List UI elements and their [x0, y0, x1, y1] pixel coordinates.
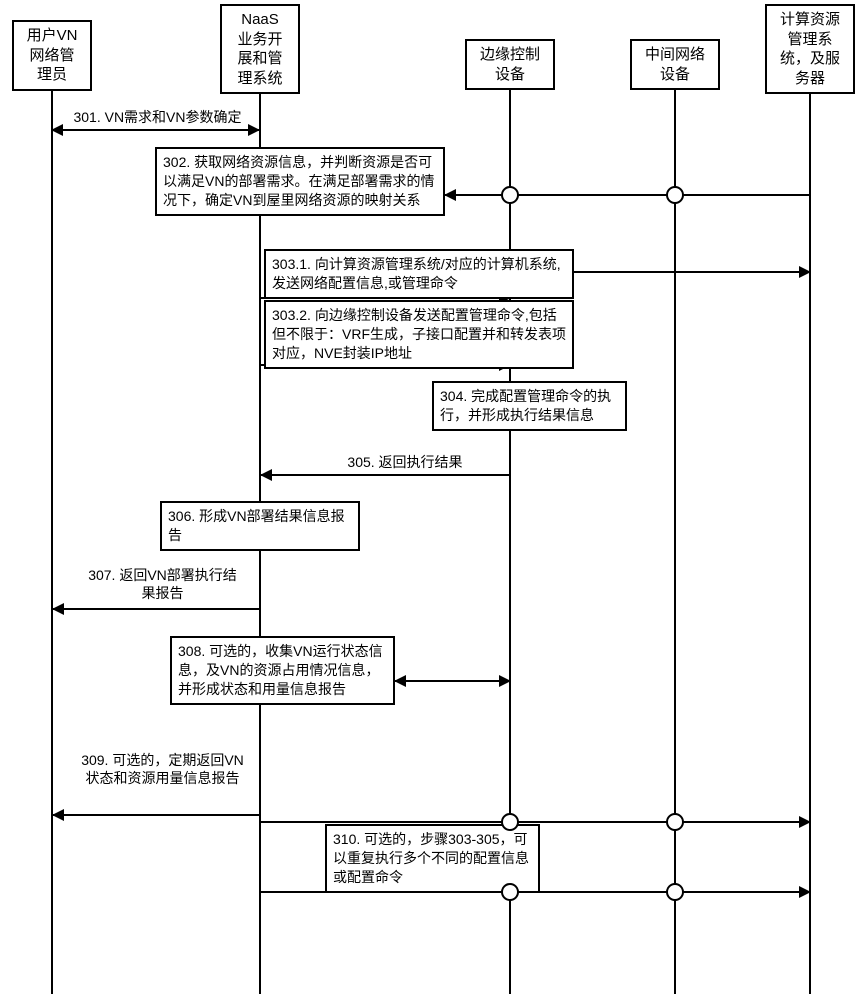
step-308-arrow [395, 680, 510, 682]
participant-middle: 中间网络设备 [630, 39, 720, 90]
step-310-arrow-top [261, 821, 810, 823]
participant-edge: 边缘控制设备 [465, 39, 555, 90]
step-3032-box: 303.2. 向边缘控制设备发送配置管理命令,包括但不限于：VRF生成，子接口配… [264, 300, 574, 369]
step-301-label: 301. VN需求和VN参数确定 [60, 108, 255, 126]
step-310-node-edge-bot [501, 883, 519, 901]
step-310-node-middle-top [666, 813, 684, 831]
step-310-node-middle-bot [666, 883, 684, 901]
step-306-box: 306. 形成VN部署结果信息报告 [160, 501, 360, 551]
step-307-arrow [53, 608, 260, 610]
step-302-box: 302. 获取网络资源信息，并判断资源是否可以满足VN的部署需求。在满足部署需求… [155, 147, 445, 216]
lifeline-middle [674, 86, 676, 994]
step-310-node-edge-top [501, 813, 519, 831]
participant-user-label: 用户VN网络管理员 [27, 27, 78, 83]
participant-user: 用户VN网络管理员 [12, 20, 92, 91]
step-302-arrow [445, 194, 810, 196]
step-305-label: 305. 返回执行结果 [320, 453, 490, 471]
step-301-arrow [52, 129, 259, 131]
step-308-box: 308. 可选的，收集VN运行状态信息，及VN的资源占用情况信息，并形成状态和用… [170, 636, 395, 705]
step-302-node-edge [501, 186, 519, 204]
step-304-box: 304. 完成配置管理命令的执行，并形成执行结果信息 [432, 381, 627, 431]
step-3031-arrow [574, 271, 810, 273]
participant-naas-label: NaaS业务开展和管理系统 [237, 11, 282, 87]
participant-edge-label: 边缘控制设备 [480, 46, 540, 83]
step-305-arrow [261, 474, 510, 476]
participant-middle-label: 中间网络设备 [645, 46, 705, 83]
participant-naas: NaaS业务开展和管理系统 [220, 4, 300, 94]
participant-compute: 计算资源管理系统，及服务器 [765, 4, 855, 94]
step-309-arrow [53, 814, 260, 816]
lifeline-compute [809, 90, 811, 994]
step-309-label: 309. 可选的，定期返回VN状态和资源用量信息报告 [75, 751, 250, 787]
step-3031-box: 303.1. 向计算资源管理系统/对应的计算机系统,发送网络配置信息,或管理命令 [264, 249, 574, 299]
step-307-label: 307. 返回VN部署执行结果报告 [85, 566, 240, 602]
lifeline-user [51, 86, 53, 994]
step-302-node-middle [666, 186, 684, 204]
participant-compute-label: 计算资源管理系统，及服务器 [780, 11, 840, 87]
